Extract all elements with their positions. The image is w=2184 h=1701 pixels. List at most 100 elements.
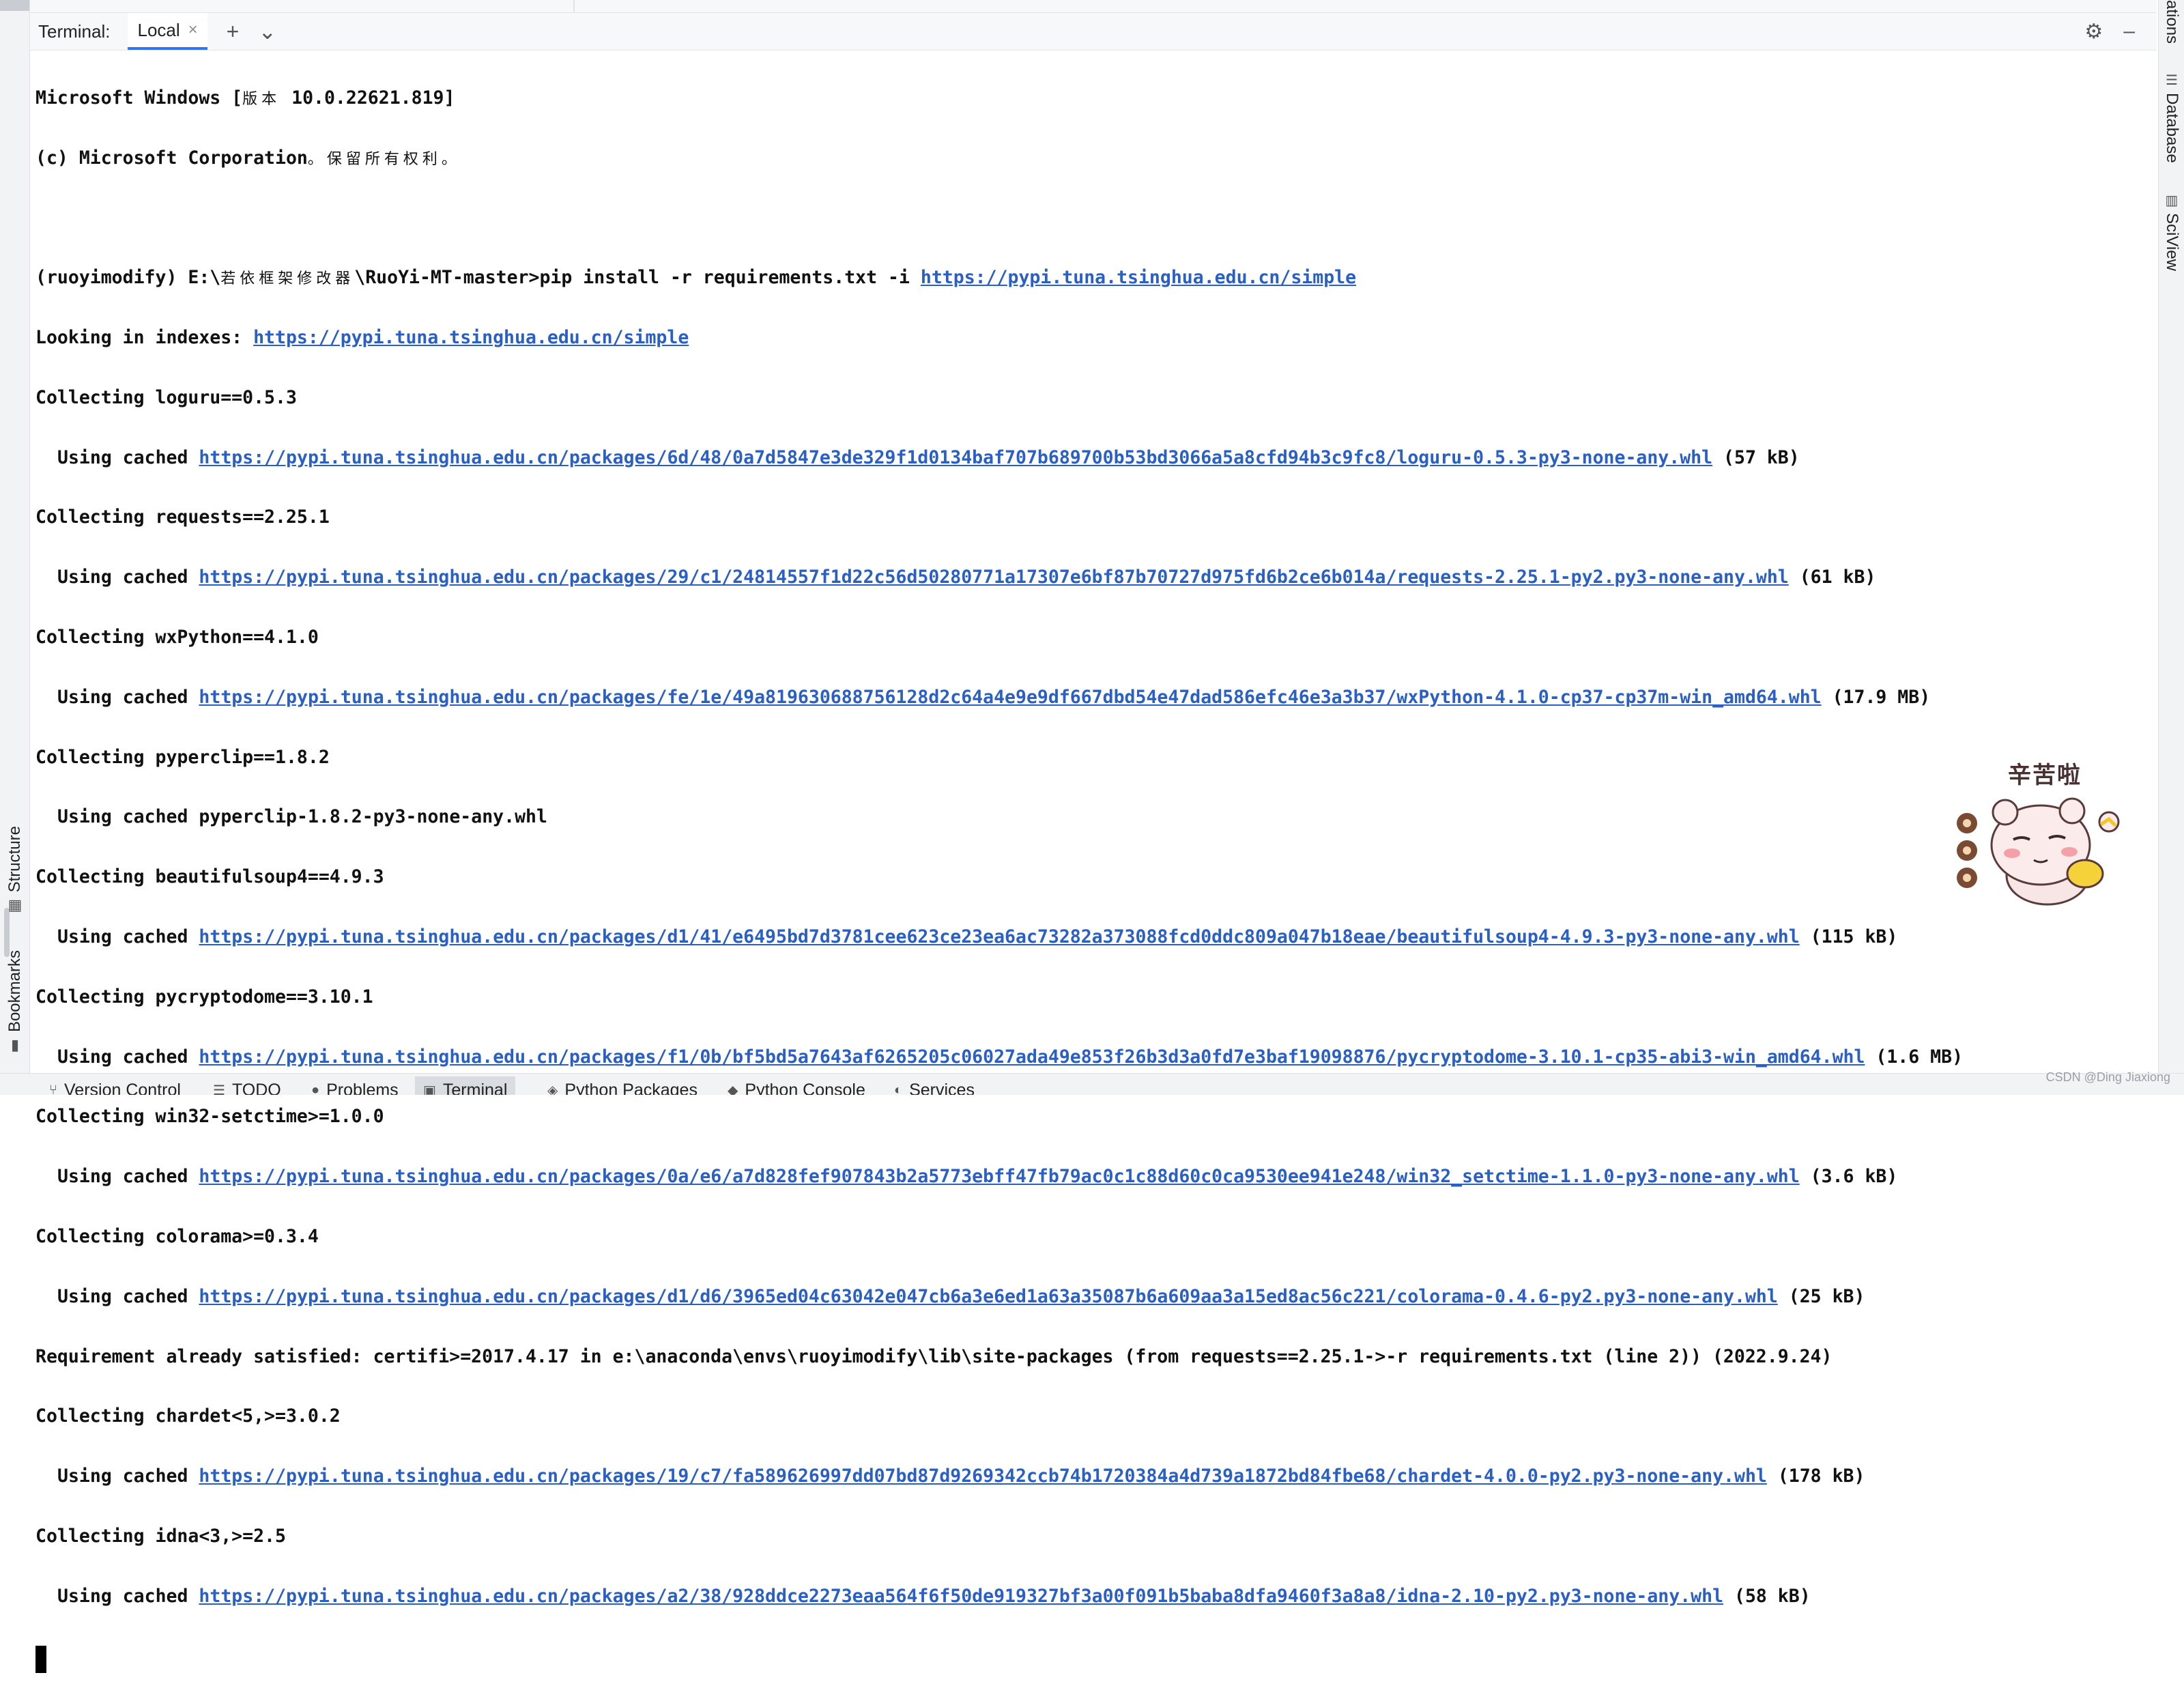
terminal-line: Requirement already satisfied: certifi>=…: [35, 1345, 1833, 1367]
database-label: Database: [2163, 93, 2181, 163]
line-text: (58 kB): [1723, 1585, 1811, 1607]
right-tool-strip: ations ☰ Database ▥ SciView: [2158, 0, 2184, 1073]
tab-terminal[interactable]: ▣ Terminal: [415, 1076, 516, 1096]
tab-label: Services: [909, 1080, 975, 1096]
line-text: Using cached: [57, 1046, 199, 1068]
list-icon: ☰: [213, 1083, 225, 1096]
line-text: Looking in indexes:: [35, 327, 254, 349]
url-link[interactable]: https://pypi.tuna.tsinghua.edu.cn/packag…: [199, 926, 1799, 947]
database-tool-tab[interactable]: ☰ Database: [2159, 74, 2184, 163]
tab-python-console[interactable]: ◆ Python Console: [719, 1076, 874, 1096]
line-text: Using cached: [57, 686, 199, 708]
terminal-line: Collecting requests==2.25.1: [35, 506, 330, 528]
chevron-down-icon[interactable]: ⌄: [258, 20, 276, 42]
tab-label: Version Control: [64, 1080, 181, 1096]
editor-top-sliver: [30, 0, 2157, 13]
structure-tool-tab[interactable]: Structure ▦: [1, 826, 29, 913]
editor-split-divider: [573, 0, 575, 12]
line-text-cjk: 若依框架修改器: [220, 270, 355, 288]
terminal-line: (ruoyimodify) E:\若依框架修改器\RuoYi-MT-master…: [35, 263, 2151, 293]
line-text: (61 kB): [1788, 567, 1876, 588]
line-text: (57 kB): [1712, 446, 1800, 468]
terminal-line: Using cached https://pypi.tuna.tsinghua.…: [35, 1582, 2151, 1612]
database-icon: ☰: [2166, 73, 2178, 88]
terminal-line: Using cached https://pypi.tuna.tsinghua.…: [35, 922, 2151, 952]
terminal-line: Collecting loguru==0.5.3: [35, 386, 297, 408]
url-link[interactable]: https://pypi.tuna.tsinghua.edu.cn/simple: [921, 267, 1356, 288]
terminal-line: Collecting pycryptodome==3.10.1: [35, 986, 373, 1007]
text-cursor: [35, 1645, 46, 1673]
terminal-output[interactable]: Microsoft Windows [版本 10.0.22621.819] (c…: [35, 53, 2151, 1673]
terminal-line: Using cached pyperclip-1.8.2-py3-none-an…: [57, 806, 547, 828]
url-link[interactable]: https://pypi.tuna.tsinghua.edu.cn/packag…: [199, 687, 1821, 708]
url-link[interactable]: https://pypi.tuna.tsinghua.edu.cn/packag…: [199, 1466, 1766, 1487]
line-text: Using cached: [57, 1585, 199, 1607]
url-link[interactable]: https://pypi.tuna.tsinghua.edu.cn/packag…: [199, 447, 1712, 468]
url-link[interactable]: https://pypi.tuna.tsinghua.edu.cn/packag…: [199, 1286, 1777, 1307]
line-text: Microsoft Windows [: [35, 87, 243, 109]
sticker-image: 辛苦啦: [1945, 756, 2136, 913]
notifications-tool-tab[interactable]: ations: [2159, 0, 2184, 44]
terminal-header-actions: ⚙ –: [2084, 13, 2135, 50]
line-text: \RuoYi-MT-master>pip install -r requirem…: [354, 267, 921, 289]
line-text: 10.0.22621.819]: [281, 87, 455, 109]
line-text: (25 kB): [1777, 1285, 1865, 1307]
line-text: Using cached: [57, 567, 199, 588]
package-icon: ◈: [547, 1083, 558, 1096]
terminal-line: Using cached https://pypi.tuna.tsinghua.…: [35, 1042, 2151, 1072]
terminal-line: Using cached https://pypi.tuna.tsinghua.…: [35, 443, 2151, 473]
terminal-line: (c) Microsoft Corporation。保留所有权利。: [35, 143, 2151, 173]
terminal-title: Terminal:: [38, 20, 111, 42]
line-text: Using cached: [57, 926, 199, 948]
tab-local-label: Local: [137, 19, 180, 40]
line-text: (17.9 MB): [1821, 686, 1931, 708]
line-text: Using cached: [57, 1466, 199, 1487]
terminal-line: Collecting idna<3,>=2.5: [35, 1526, 286, 1547]
terminal-icon: ▣: [423, 1083, 436, 1096]
tab-todo[interactable]: ☰ TODO: [205, 1076, 289, 1096]
url-link[interactable]: https://pypi.tuna.tsinghua.edu.cn/packag…: [199, 567, 1788, 588]
tab-python-packages[interactable]: ◈ Python Packages: [539, 1076, 706, 1096]
tab-label: Terminal: [442, 1080, 508, 1096]
notifications-label: ations: [2163, 0, 2181, 44]
terminal-line: Collecting win32-setctime>=1.0.0: [35, 1106, 384, 1128]
tab-local[interactable]: Local ×: [128, 13, 207, 50]
line-text: (178 kB): [1766, 1466, 1865, 1487]
sticker-caption: 辛苦啦: [2008, 762, 2082, 789]
url-link[interactable]: https://pypi.tuna.tsinghua.edu.cn/packag…: [199, 1046, 1865, 1068]
terminal-line: Using cached https://pypi.tuna.tsinghua.…: [35, 1162, 2151, 1192]
bottom-tool-bar: ⑂ Version Control ☰ TODO ● Problems ▣ Termin…: [0, 1073, 2184, 1095]
bookmarks-tool-tab[interactable]: Bookmarks ▮: [1, 950, 29, 1053]
sciview-label: SciView: [2163, 213, 2181, 271]
terminal-prompt-line[interactable]: [35, 1642, 2151, 1673]
line-text: (115 kB): [1799, 926, 1898, 948]
sciview-tool-tab[interactable]: ▥ SciView: [2159, 194, 2184, 271]
line-text: Using cached: [57, 1166, 199, 1188]
terminal-line: Collecting wxPython==4.1.0: [35, 627, 319, 648]
terminal-line: Looking in indexes: https://pypi.tuna.ts…: [35, 323, 2151, 353]
terminal-line: Using cached https://pypi.tuna.tsinghua.…: [35, 562, 2151, 592]
structure-label: Structure: [5, 826, 24, 893]
url-link[interactable]: https://pypi.tuna.tsinghua.edu.cn/packag…: [199, 1166, 1799, 1187]
url-link[interactable]: https://pypi.tuna.tsinghua.edu.cn/simple: [253, 327, 689, 348]
gear-icon[interactable]: ⚙: [2084, 20, 2103, 44]
terminal-line: Collecting chardet<5,>=3.0.2: [35, 1405, 341, 1427]
terminal-line: Using cached https://pypi.tuna.tsinghua.…: [35, 1282, 2151, 1312]
left-strip-top-block: [0, 0, 29, 11]
terminal-line: Using cached https://pypi.tuna.tsinghua.…: [35, 683, 2151, 713]
warning-icon: ●: [311, 1082, 320, 1096]
new-tab-button[interactable]: +: [227, 20, 240, 42]
tab-problems[interactable]: ● Problems: [303, 1076, 407, 1096]
tab-services[interactable]: ◐ Services: [886, 1076, 983, 1096]
line-text: Using cached: [57, 446, 199, 468]
close-tab-icon[interactable]: ×: [188, 20, 198, 40]
tab-version-control[interactable]: ⑂ Version Control: [41, 1076, 189, 1096]
minimize-icon[interactable]: –: [2123, 20, 2135, 43]
line-text: Using cached: [57, 1285, 199, 1307]
line-text: (c) Microsoft Corporation: [35, 147, 308, 169]
terminal-line: Using cached https://pypi.tuna.tsinghua.…: [35, 1461, 2151, 1491]
terminal-line: Collecting beautifulsoup4==4.9.3: [35, 866, 384, 888]
url-link[interactable]: https://pypi.tuna.tsinghua.edu.cn/packag…: [199, 1586, 1723, 1607]
terminal-header: Terminal: Local × + ⌄ ⚙ –: [30, 13, 2157, 51]
bookmark-icon: ▮: [10, 1036, 20, 1054]
